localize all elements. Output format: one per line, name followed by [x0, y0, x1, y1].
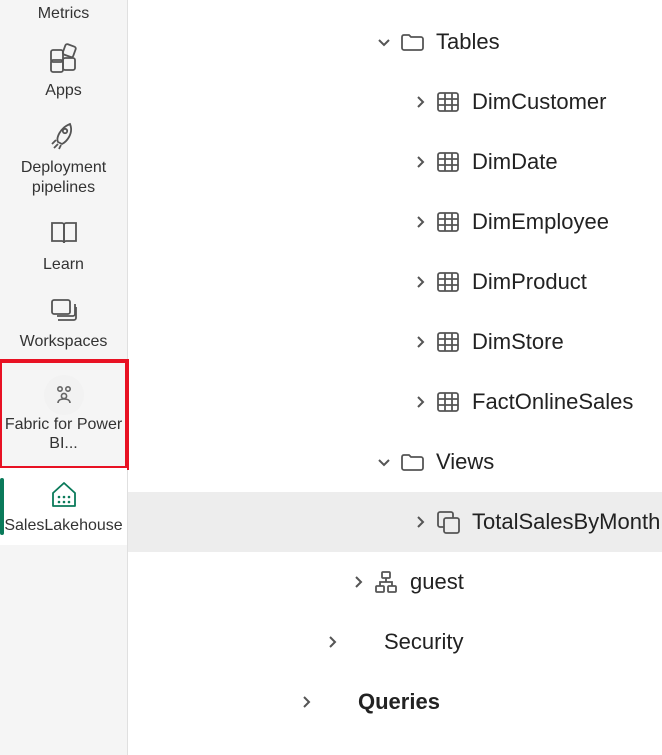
tree-node-label: TotalSalesByMonth	[472, 509, 660, 535]
sidebar-item-label: Fabric for Power BI...	[4, 415, 123, 453]
sidebar-item-label: Metrics	[38, 4, 90, 23]
tree-node-label: DimCustomer	[472, 89, 606, 115]
tree-node-security[interactable]: Security	[128, 612, 662, 672]
book-icon	[46, 215, 82, 251]
chevron-right-icon	[408, 214, 432, 230]
table-icon	[432, 209, 464, 235]
tree-node-label: DimDate	[472, 149, 558, 175]
tree-node-label: Tables	[436, 29, 500, 55]
sidebar-item-label: SalesLakehouse	[4, 516, 122, 535]
table-icon	[432, 149, 464, 175]
lakehouse-icon	[46, 476, 82, 512]
tree-node-dimdate[interactable]: DimDate	[128, 132, 662, 192]
sidebar-item-label: Deployment pipelines	[4, 158, 123, 196]
sidebar-item-fabric-for-power-bi[interactable]: Fabric for Power BI...	[0, 361, 127, 467]
chevron-down-icon	[372, 454, 396, 470]
table-icon	[432, 389, 464, 415]
table-icon	[432, 329, 464, 355]
sidebar-item-apps[interactable]: Apps	[0, 33, 127, 110]
chevron-right-icon	[346, 574, 370, 590]
chevron-down-icon	[372, 34, 396, 50]
tree-node-label: DimStore	[472, 329, 564, 355]
tree-node-label: Views	[436, 449, 494, 475]
tree-node-label: DimEmployee	[472, 209, 609, 235]
workspaces-icon	[46, 292, 82, 328]
sidebar-item-learn[interactable]: Learn	[0, 207, 127, 284]
sidebar-item-deployment-pipelines[interactable]: Deployment pipelines	[0, 110, 127, 206]
sidebar-item-label: Learn	[43, 255, 84, 274]
sidebar-item-metrics[interactable]: Metrics	[0, 2, 127, 33]
tree-node-dimproduct[interactable]: DimProduct	[128, 252, 662, 312]
table-icon	[432, 269, 464, 295]
chevron-right-icon	[294, 694, 318, 710]
sidebar-item-label: Apps	[45, 81, 81, 100]
tree-node-dimcustomer[interactable]: DimCustomer	[128, 72, 662, 132]
sidebar-item-saleslakehouse[interactable]: SalesLakehouse	[0, 468, 127, 545]
chevron-right-icon	[408, 154, 432, 170]
explorer-tree: Tables DimCustomer DimDate DimEmployee	[128, 0, 662, 755]
tree-node-guest[interactable]: guest	[128, 552, 662, 612]
tree-node-label: Queries	[358, 689, 440, 715]
folder-icon	[396, 449, 428, 475]
view-icon	[432, 509, 464, 535]
chevron-right-icon	[320, 634, 344, 650]
tree-node-label: DimProduct	[472, 269, 587, 295]
tree-node-totalsalesbymonth[interactable]: TotalSalesByMonth	[128, 492, 662, 552]
tree-node-label: FactOnlineSales	[472, 389, 633, 415]
sidebar: Metrics Apps Deployment pipelines	[0, 0, 128, 755]
tree-node-queries[interactable]: Queries	[128, 672, 662, 732]
tree-node-dimstore[interactable]: DimStore	[128, 312, 662, 372]
schema-icon	[370, 569, 402, 595]
tree-node-label: Security	[384, 629, 463, 655]
chevron-right-icon	[408, 274, 432, 290]
tree-node-tables[interactable]: Tables	[128, 12, 662, 72]
chevron-right-icon	[408, 514, 432, 530]
people-icon	[44, 375, 84, 415]
folder-icon	[396, 29, 428, 55]
tree-node-views[interactable]: Views	[128, 432, 662, 492]
sidebar-item-label: Workspaces	[20, 332, 108, 351]
apps-icon	[46, 41, 82, 77]
chevron-right-icon	[408, 394, 432, 410]
table-icon	[432, 89, 464, 115]
sidebar-item-workspaces[interactable]: Workspaces	[0, 284, 127, 361]
chevron-right-icon	[408, 334, 432, 350]
chevron-right-icon	[408, 94, 432, 110]
rocket-icon	[46, 118, 82, 154]
tree-node-factonlinesales[interactable]: FactOnlineSales	[128, 372, 662, 432]
tree-node-dimemployee[interactable]: DimEmployee	[128, 192, 662, 252]
tree-node-label: guest	[410, 569, 464, 595]
